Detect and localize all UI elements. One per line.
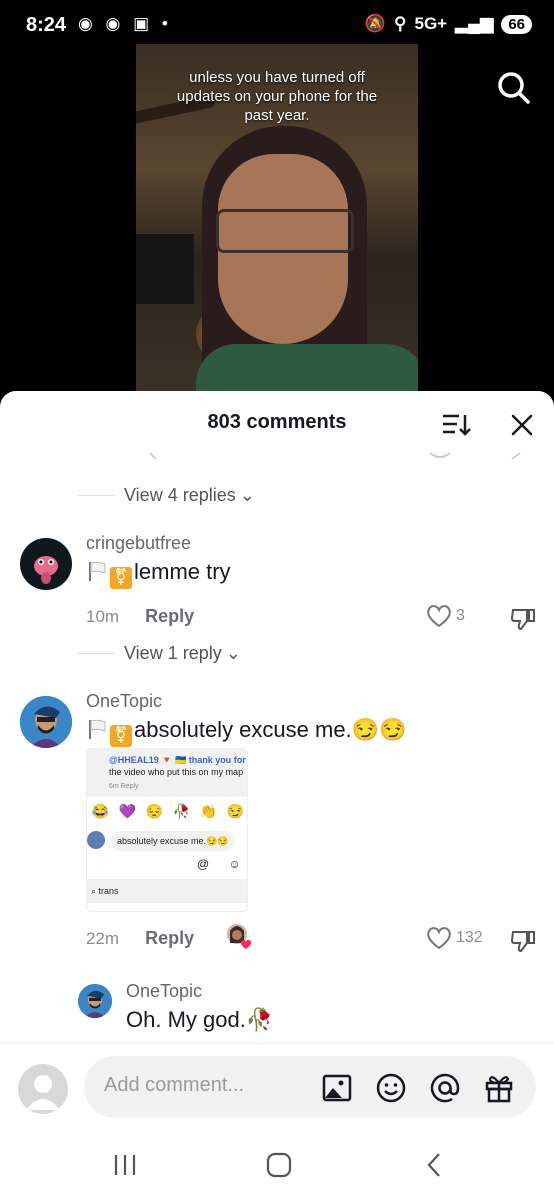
image-comment-bubble: absolutely excuse me.😏😏 <box>111 831 235 851</box>
mute-icon: 🔕 <box>364 14 387 33</box>
comment-username[interactable]: cringebutfree <box>86 533 191 554</box>
comments-header: 803 comments <box>0 391 554 453</box>
my-avatar[interactable] <box>18 1064 68 1114</box>
person-avatar-icon <box>78 984 112 1018</box>
like-count: 3 <box>456 607 465 624</box>
creator-liked-avatar <box>226 923 252 949</box>
search-icon: ⌕ <box>91 886 99 896</box>
default-user-icon <box>26 1075 60 1110</box>
view-replies-link[interactable]: View 4 replies ⌄ <box>78 485 255 506</box>
video-caption: unless you have turned off updates on yo… <box>176 69 378 124</box>
image-mention-text: @HHEAL19 🔻 🇺🇦 thank you for yo <box>109 755 248 765</box>
comment-text: ⚧ lemme try <box>86 559 231 589</box>
comment-composer: Add comment... <box>0 1043 554 1123</box>
heart-icon <box>427 605 451 628</box>
recent-apps-icon[interactable] <box>110 1150 140 1180</box>
notification-icons: ◉ ◉ ▣ • <box>78 14 172 33</box>
comment-meta: 10m Reply <box>86 606 194 627</box>
network-label: 5G+ <box>414 14 448 33</box>
background-tv <box>136 234 194 304</box>
reply-username[interactable]: OneTopic <box>126 981 202 1002</box>
transgender-symbol-icon: ⚧ <box>110 567 132 589</box>
video-player[interactable]: unless you have turned off updates on yo… <box>136 44 418 404</box>
like-count: 132 <box>456 929 483 946</box>
reply-button[interactable]: Reply <box>145 928 194 949</box>
sort-icon[interactable] <box>440 411 472 439</box>
person-avatar-icon <box>20 696 72 748</box>
back-icon[interactable] <box>420 1150 450 1180</box>
status-time: 8:24 <box>26 14 67 36</box>
comment-body: absolutely excuse me.😏😏 <box>134 717 407 742</box>
image-comment-bg: @HHEAL19 🔻 🇺🇦 thank you for yo the video… <box>87 749 248 797</box>
image-meta: 6m Reply <box>109 783 139 790</box>
attached-image[interactable]: @HHEAL19 🔻 🇺🇦 thank you for yo the video… <box>86 748 248 912</box>
view-replies-label: View 4 replies <box>124 485 236 505</box>
comment-input-placeholder: Add comment... <box>104 1074 245 1096</box>
comment-input[interactable]: Add comment... <box>84 1056 536 1118</box>
system-nav-bar <box>0 1126 554 1200</box>
comment-age: 22m <box>86 928 120 948</box>
location-icon: ⚲ <box>394 14 407 33</box>
divider <box>78 653 114 654</box>
home-icon[interactable] <box>264 1150 294 1180</box>
close-icon[interactable] <box>508 411 536 439</box>
image-text-line: the video who put this on my map <box>109 767 244 777</box>
image-icon[interactable] <box>320 1071 354 1105</box>
avatar[interactable] <box>20 538 72 590</box>
emoji-icon[interactable] <box>374 1071 408 1105</box>
person-glasses <box>216 209 354 253</box>
dislike-icon[interactable] <box>510 928 536 954</box>
view-replies-label: View 1 reply <box>124 643 222 663</box>
image-search-text: trans <box>98 886 119 896</box>
dislike-icon[interactable] <box>510 606 536 632</box>
white-flag-icon <box>89 561 106 581</box>
creature-avatar-icon <box>34 556 58 584</box>
comment-text: ⚧ absolutely excuse me.😏😏 <box>86 717 406 747</box>
white-flag-icon <box>89 719 106 739</box>
comment-username[interactable]: OneTopic <box>86 691 162 712</box>
gift-icon[interactable] <box>482 1071 516 1105</box>
image-avatar <box>87 831 105 849</box>
battery-badge: 66 <box>501 14 532 34</box>
view-replies-link[interactable]: View 1 reply ⌄ <box>78 643 241 664</box>
comment-age: 10m <box>86 606 120 626</box>
mention-icon[interactable] <box>428 1071 462 1105</box>
heart-icon <box>427 927 451 950</box>
status-right: 🔕 ⚲ 5G+ ▂▄▆ 66 <box>365 14 532 34</box>
image-input-icons: @ ☺ <box>197 857 248 871</box>
signal-icon: ▂▄▆ <box>455 14 494 33</box>
like-button[interactable]: 132 <box>426 926 483 950</box>
image-emoji: 😔 <box>145 803 164 819</box>
image-emoji: 😂 <box>91 803 110 819</box>
avatar[interactable] <box>78 984 112 1018</box>
search-icon[interactable] <box>494 68 534 108</box>
transgender-symbol-icon: ⚧ <box>110 725 132 747</box>
divider <box>78 495 114 496</box>
clipped-previous-comment <box>150 452 521 460</box>
image-search-field: ⌕ trans <box>87 879 247 903</box>
image-emoji: 😏 <box>226 803 245 819</box>
like-button[interactable]: 3 <box>426 604 465 628</box>
creator-avatar-icon <box>227 924 252 949</box>
image-emoji: 💜 <box>118 803 137 819</box>
image-emoji: 👏 <box>199 803 218 819</box>
avatar[interactable] <box>20 696 72 748</box>
reply-text: Oh. My god.🥀 <box>126 1007 274 1032</box>
chevron-down-icon: ⌄ <box>239 485 255 505</box>
image-emoji-row: 😂 💜 😔 🥀 👏 😏 <box>87 803 247 820</box>
image-emoji: 🥀 <box>172 803 191 819</box>
reply-button[interactable]: Reply <box>145 606 194 627</box>
chevron-down-icon: ⌄ <box>225 643 241 663</box>
comment-meta: 22m Reply <box>86 928 194 949</box>
comments-sheet: 803 comments View 4 replies ⌄ cringebutf… <box>0 391 554 1200</box>
comment-body: lemme try <box>134 559 231 584</box>
